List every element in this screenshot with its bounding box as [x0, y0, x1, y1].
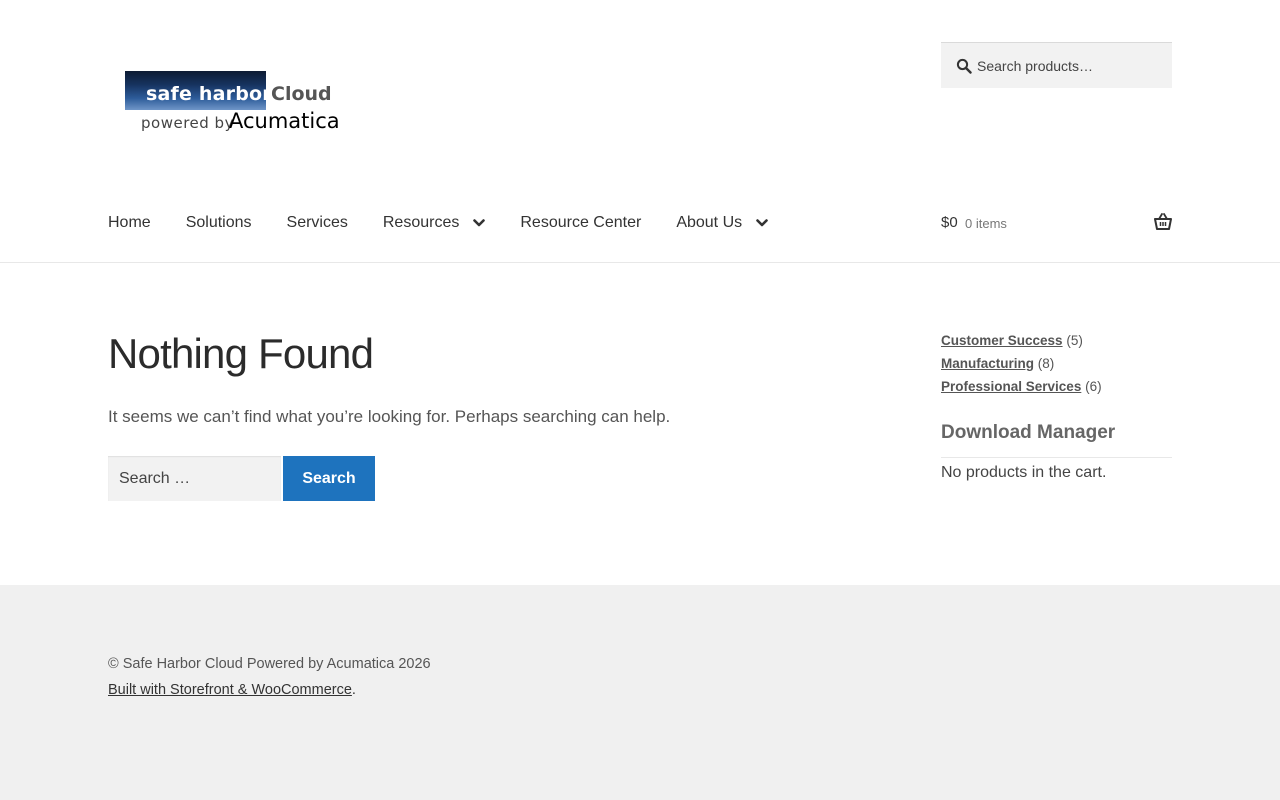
nav-item-label: Resources	[382, 214, 460, 231]
empty-cart-message: No products in the cart.	[941, 464, 1107, 481]
nav-item-label: About Us	[676, 214, 743, 231]
nav-item-resource-center[interactable]: Resource Center	[520, 214, 641, 232]
category-count: (6)	[1085, 379, 1102, 394]
logo-brand: Acumatica	[229, 109, 340, 133]
category-count: (5)	[1066, 333, 1083, 348]
nav-item-services[interactable]: Services	[287, 214, 348, 232]
list-item: Customer Success (5)	[941, 331, 1102, 354]
product-search-input[interactable]	[977, 43, 1167, 88]
category-count: (8)	[1037, 356, 1055, 371]
chevron-down-icon[interactable]	[756, 218, 768, 228]
site-footer: © Safe Harbor Cloud Powered by Acumatica…	[0, 585, 1280, 800]
nav-item-about-us[interactable]: About Us	[676, 214, 768, 232]
nav-item-home[interactable]: Home	[108, 214, 151, 232]
logo-word-cloud: Cloud	[271, 83, 332, 105]
nav-item-solutions[interactable]: Solutions	[186, 214, 252, 232]
footer-credit-suffix: .	[351, 682, 356, 698]
site-search-input[interactable]	[108, 456, 281, 501]
widget-title-download-manager: Download Manager	[941, 422, 1172, 458]
site-header: safe harbor Cloud powered by Acumatica H…	[0, 0, 1280, 263]
product-search-form	[941, 42, 1172, 88]
nav-item-resources[interactable]: Resources	[382, 214, 486, 232]
nav-item-label: Resource Center	[520, 214, 642, 231]
nav-item-label: Services	[286, 214, 348, 231]
chevron-down-icon[interactable]	[473, 218, 486, 228]
search-icon	[956, 58, 972, 74]
category-link-customer-success[interactable]: Customer Success	[941, 333, 1063, 348]
page-title: Nothing Found	[108, 330, 374, 377]
nav-item-label: Home	[108, 214, 151, 231]
footer-credits: Built with Storefront & WooCommerce.	[108, 682, 356, 698]
category-link-manufacturing[interactable]: Manufacturing	[941, 356, 1034, 371]
cart-link[interactable]: $0 0 items	[941, 212, 1172, 234]
logo-powered-by: powered by	[141, 114, 234, 132]
primary-navigation: Home Solutions Services Resources Resour…	[108, 210, 803, 236]
footer-copyright: © Safe Harbor Cloud Powered by Acumatica…	[108, 656, 431, 672]
site-search-form: Search	[108, 456, 375, 501]
not-found-message: It seems we can’t find what you’re looki…	[108, 407, 671, 426]
nav-item-label: Solutions	[185, 214, 252, 231]
list-item: Professional Services (6)	[941, 377, 1102, 400]
search-button[interactable]: Search	[283, 456, 375, 501]
category-link-professional-services[interactable]: Professional Services	[941, 379, 1081, 394]
list-item: Manufacturing (8)	[941, 354, 1102, 377]
basket-icon	[1154, 213, 1172, 230]
storefront-credit-link[interactable]: Built with Storefront & WooCommerce	[108, 682, 352, 698]
cart-amount: $0	[941, 214, 958, 231]
logo-word-main: safe harbor	[146, 83, 272, 105]
site-logo[interactable]: safe harbor Cloud powered by Acumatica	[125, 71, 340, 135]
category-list: Customer Success (5) Manufacturing (8) P…	[941, 331, 1102, 400]
cart-item-count: 0 items	[965, 216, 1007, 231]
